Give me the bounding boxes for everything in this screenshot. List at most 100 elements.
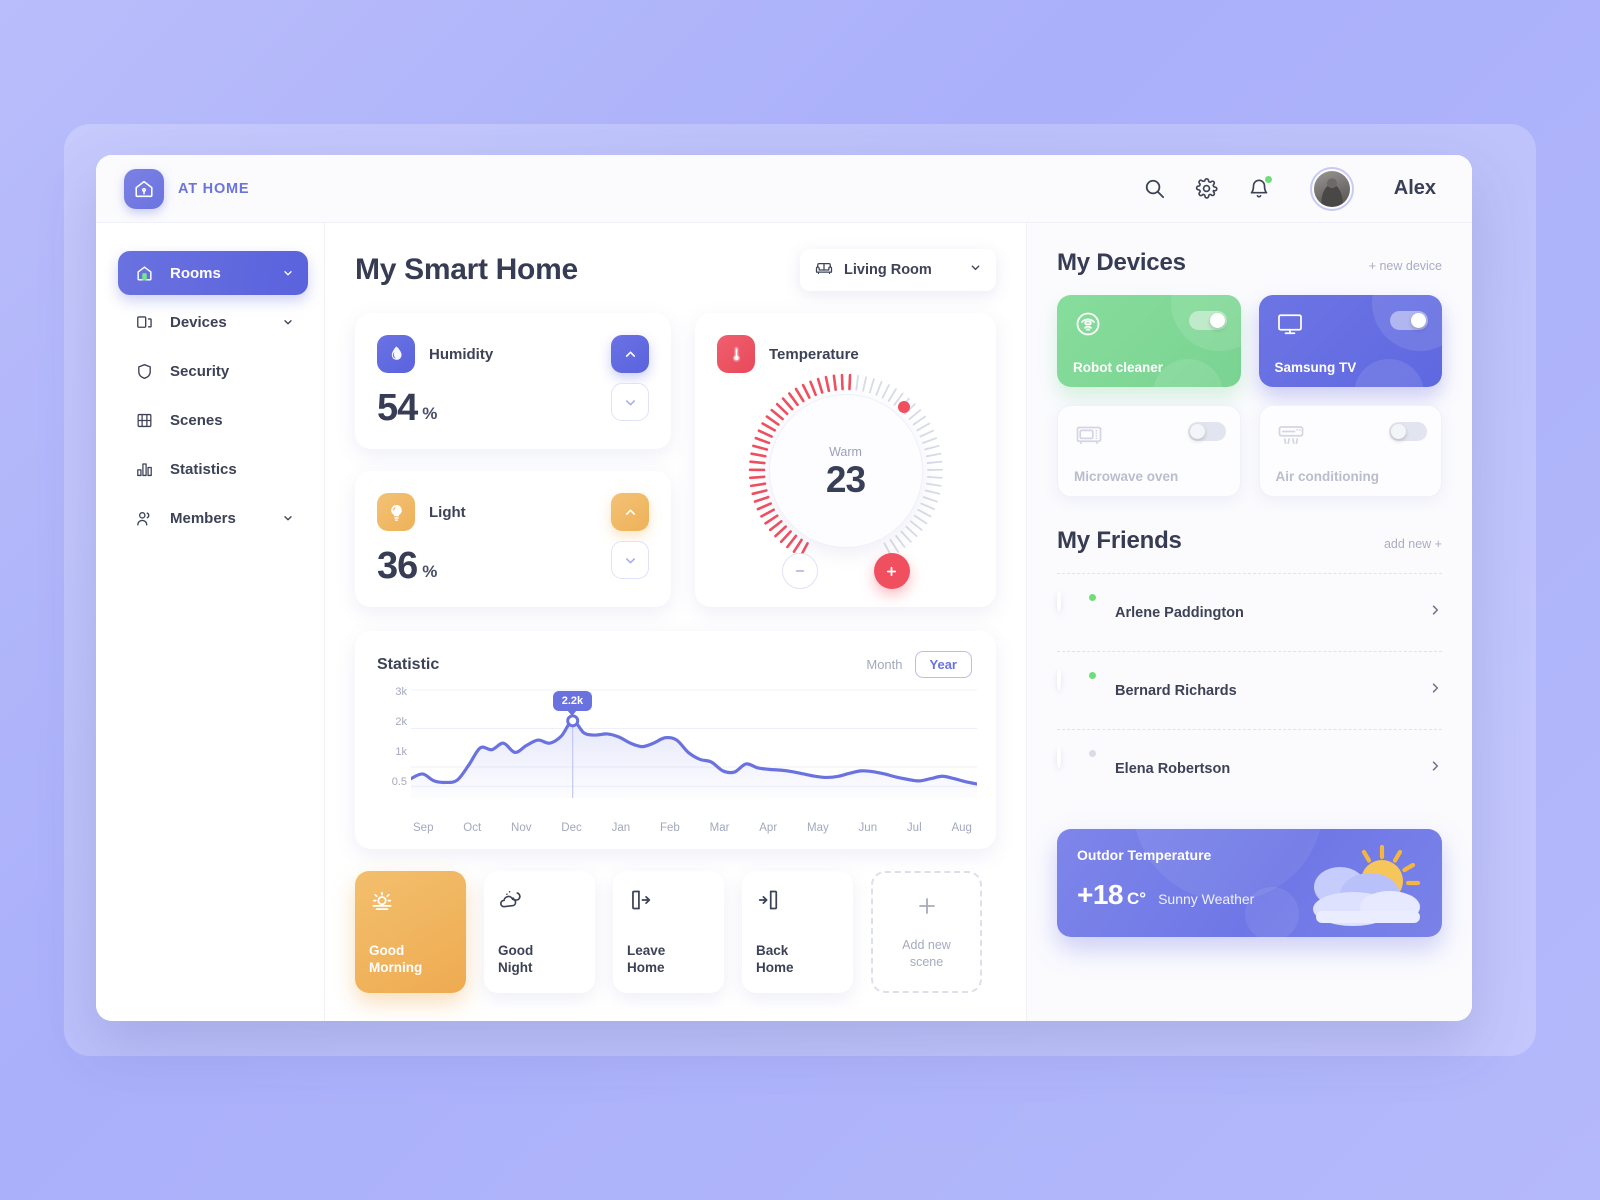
gear-icon[interactable] (1194, 176, 1220, 202)
scenes-icon (134, 410, 154, 430)
app-body: Rooms Devices Security Scenes Statistics… (96, 223, 1472, 1021)
humidity-value-row: 54 % (377, 389, 649, 427)
add-new-device-link[interactable]: + new device (1369, 259, 1442, 273)
temperature-decrease-button[interactable] (781, 553, 818, 589)
humidity-unit: % (422, 404, 438, 423)
brand[interactable]: AT HOME (124, 168, 249, 209)
sidebar-item-rooms[interactable]: Rooms (118, 251, 308, 295)
weather-temperature: +18 (1077, 879, 1124, 910)
chevron-down-icon (282, 267, 294, 279)
bell-icon[interactable] (1246, 174, 1273, 202)
chevron-right-icon[interactable] (1428, 759, 1442, 778)
temperature-value: 23 (825, 458, 866, 500)
sidebar-item-members[interactable]: Members (118, 496, 308, 540)
main-header: My Smart Home Living Room (355, 249, 996, 291)
temperature-label: Temperature (769, 345, 859, 363)
x-tick-label: May (806, 822, 829, 834)
device-toggle[interactable] (1188, 311, 1227, 330)
door-exit-icon (627, 887, 710, 918)
device-card-samsung-tv[interactable]: Samsung TV (1258, 295, 1442, 387)
dial-inner: Warm 23 (768, 394, 923, 548)
light-decrease-button[interactable] (611, 541, 649, 579)
light-label: Light (429, 503, 466, 521)
humidity-decrease-button[interactable] (611, 383, 649, 421)
devices-title: My Devices (1057, 249, 1186, 276)
light-value-row: 36 % (377, 547, 649, 585)
friends-section: My Friends add new + Arlene Paddington B… (1057, 527, 1442, 807)
humidity-increase-button[interactable] (611, 335, 649, 373)
members-icon (134, 508, 154, 528)
avatar[interactable] (1309, 166, 1354, 211)
chevron-right-icon[interactable] (1428, 681, 1442, 700)
avatar-image (1057, 668, 1061, 690)
home-icon (124, 168, 164, 209)
x-tick-label: Oct (463, 822, 482, 834)
device-card-microwave-oven[interactable]: Microwave oven (1057, 405, 1241, 497)
scene-back-home[interactable]: Back Home (742, 871, 853, 993)
thermometer-icon (717, 335, 755, 373)
scene-good-morning[interactable]: Good Morning (355, 871, 466, 993)
friend-name: Bernard Richards (1115, 682, 1237, 699)
page-title: My Smart Home (355, 253, 578, 286)
statistic-title: Statistic (377, 655, 440, 673)
scene-leave-home[interactable]: Leave Home (613, 871, 724, 993)
avatar (1057, 746, 1098, 789)
friends-title: My Friends (1057, 527, 1182, 554)
sidebar-item-label: Statistics (170, 460, 237, 478)
x-tick-label: Jun (858, 822, 878, 834)
friend-list-item[interactable]: Arlene Paddington (1057, 573, 1442, 651)
scene-good-night[interactable]: Good Night (484, 871, 595, 993)
search-icon[interactable] (1142, 176, 1168, 202)
user-name: Alex (1393, 177, 1436, 199)
weather-description: Sunny Weather (1158, 891, 1255, 907)
sidebar-item-scenes[interactable]: Scenes (118, 398, 308, 442)
temperature-card-header: Temperature (717, 335, 974, 373)
toggle-knob (1411, 313, 1426, 328)
x-tick-label: Jan (611, 822, 631, 834)
sidebar-item-security[interactable]: Security (118, 349, 308, 393)
friend-name: Arlene Paddington (1115, 604, 1244, 621)
chevron-down-icon (282, 316, 294, 328)
sofa-icon (814, 258, 834, 283)
home-icon (134, 263, 154, 283)
devices-icon (134, 312, 154, 332)
bar-chart-icon (134, 459, 154, 479)
x-tick-label: Jul (906, 822, 922, 834)
chevron-right-icon[interactable] (1428, 603, 1442, 622)
light-unit: % (422, 562, 438, 581)
sidebar-item-devices[interactable]: Devices (118, 300, 308, 344)
range-month-button[interactable]: Month (866, 657, 902, 672)
device-toggle[interactable] (1390, 311, 1428, 330)
temperature-dial[interactable]: Warm 23 (748, 373, 944, 569)
moon-cloud-icon (498, 887, 581, 918)
light-card-header: Light (377, 493, 649, 531)
light-increase-button[interactable] (611, 493, 649, 531)
device-card-air-conditioning[interactable]: Air conditioning (1258, 405, 1442, 497)
chevron-down-icon (969, 261, 982, 279)
friend-list-item[interactable]: Bernard Richards (1057, 651, 1442, 729)
humidity-drop-icon (377, 335, 415, 373)
add-new-scene-button[interactable]: Add new scene (871, 871, 982, 993)
device-toggle[interactable] (1389, 422, 1427, 441)
sunrise-icon (369, 887, 452, 918)
y-tick-label: 0.5 (391, 776, 407, 788)
device-card-robot-cleaner[interactable]: Robot cleaner (1057, 295, 1241, 387)
add-new-friend-link[interactable]: add new + (1384, 537, 1442, 551)
app-window: AT HOME Alex Rooms Devices Security Scen… (96, 155, 1472, 1021)
temperature-increase-button[interactable] (873, 553, 910, 589)
scenes-row: Good Morning Good Night Leave Home Back … (355, 871, 996, 993)
range-year-button[interactable]: Year (914, 651, 972, 678)
avatar-image (1057, 590, 1061, 612)
friend-list-item[interactable]: Elena Robertson (1057, 729, 1442, 807)
lightbulb-icon (377, 493, 415, 531)
sidebar-item-label: Rooms (170, 264, 221, 282)
room-selector[interactable]: Living Room (800, 249, 996, 291)
scene-label: Leave Home (627, 942, 666, 976)
sidebar-item-statistics[interactable]: Statistics (118, 447, 308, 491)
outdoor-temperature-card[interactable]: Outdor Temperature +18 C° Sunny Weather (1057, 829, 1442, 937)
scene-label: Good Night (498, 942, 534, 976)
dial-handle[interactable] (897, 401, 910, 413)
device-toggle[interactable] (1187, 422, 1226, 441)
avatar (1057, 590, 1098, 633)
room-selector-value: Living Room (844, 262, 932, 278)
